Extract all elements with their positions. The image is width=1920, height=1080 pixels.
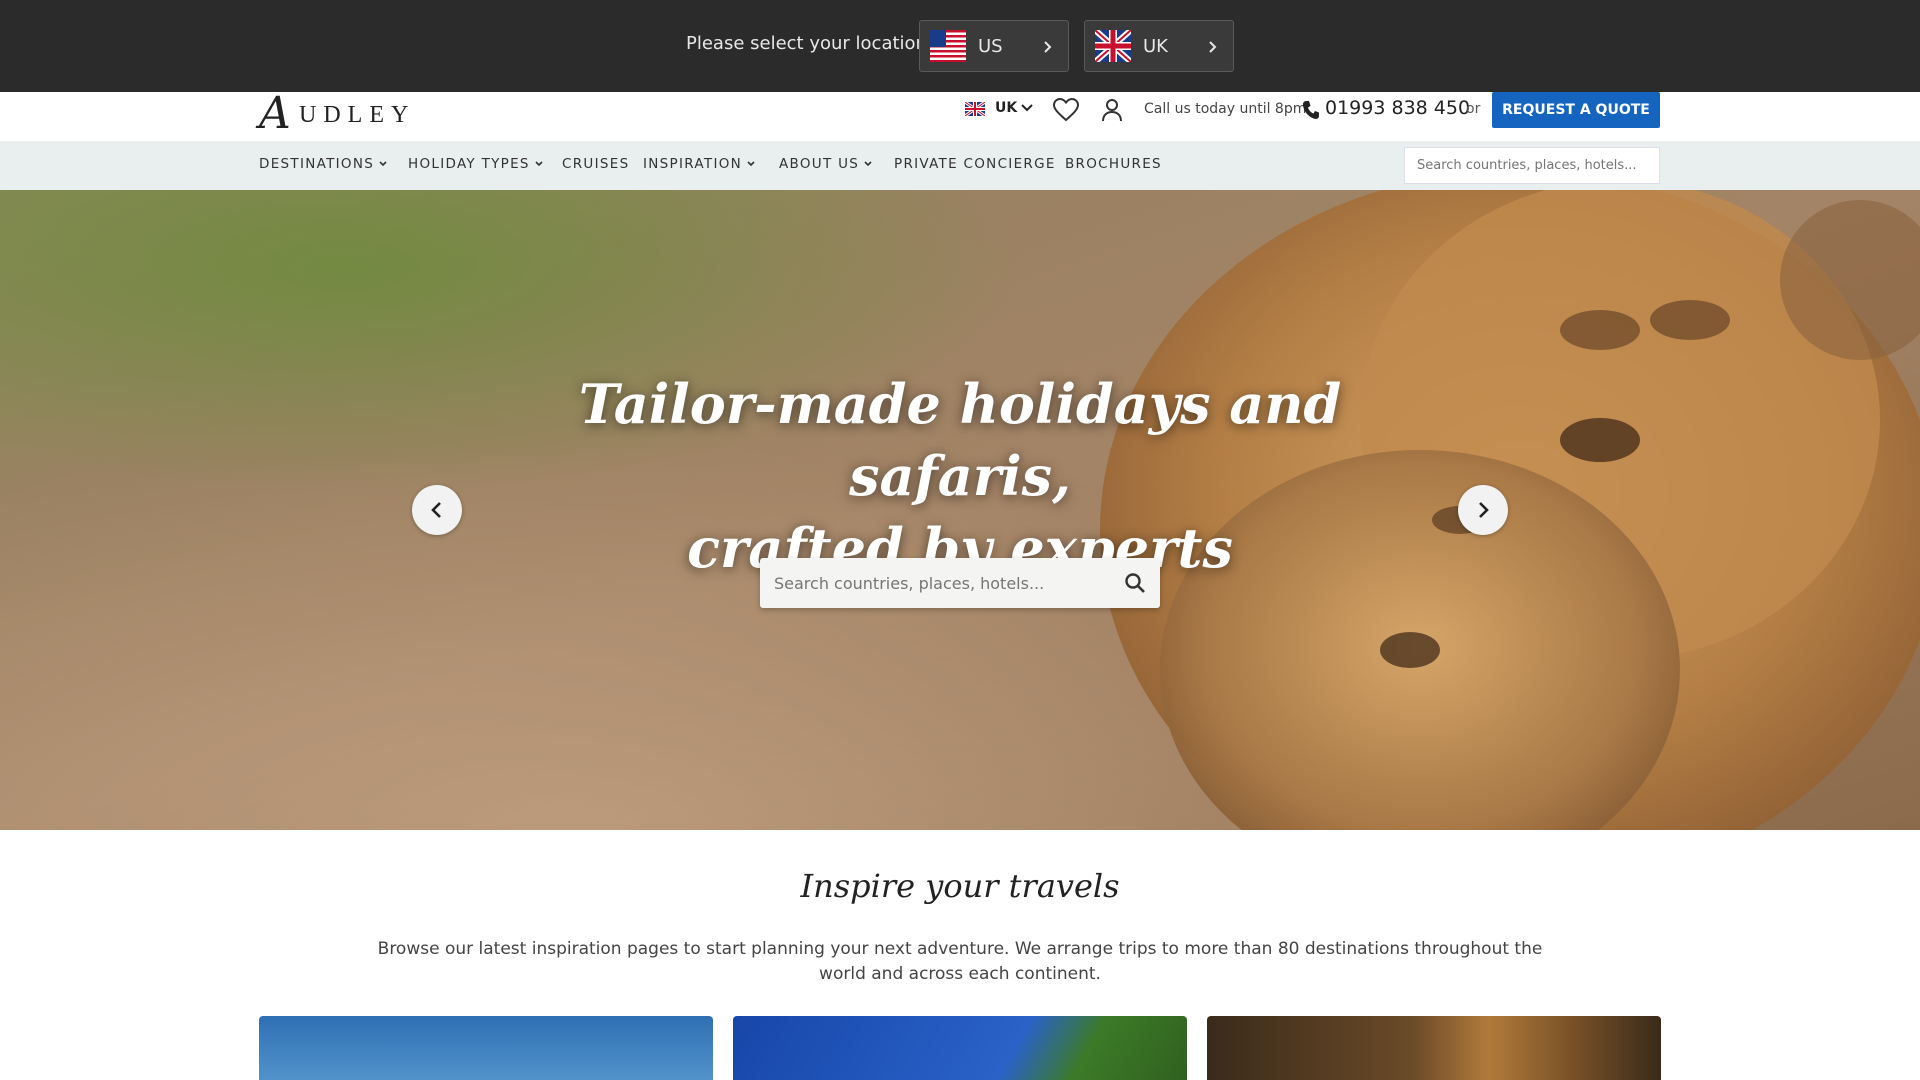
call-us-text: Call us today until 8pm [1144, 101, 1307, 117]
hero-title: Tailor-made holidays and safaris, crafte… [460, 368, 1460, 584]
search-icon[interactable] [1124, 572, 1146, 594]
chevron-left-icon [431, 502, 441, 518]
inspiration-card[interactable] [733, 1016, 1187, 1080]
location-uk-button[interactable]: UK [1084, 20, 1234, 72]
uk-flag-icon [1095, 30, 1131, 62]
chevron-down-icon [379, 161, 387, 167]
location-uk-label: UK [1143, 35, 1168, 57]
uk-flag-icon[interactable] [965, 102, 985, 116]
nav-item-label: HOLIDAY TYPES [408, 156, 530, 172]
phone-icon [1303, 101, 1319, 119]
inspire-section-title: Inspire your travels [800, 867, 1120, 905]
nav-item-private-concierge[interactable]: PRIVATE CONCIERGE [894, 156, 1056, 172]
site-header: A UDLEY UK Call us today until 8pm 01993… [0, 88, 1920, 140]
logo-initial: A [259, 88, 291, 139]
inspiration-card[interactable] [259, 1016, 713, 1080]
location-us-button[interactable]: US [919, 20, 1069, 72]
nav-item-label: ABOUT US [779, 156, 860, 172]
carousel-next-button[interactable] [1458, 485, 1508, 535]
nav-search-input[interactable] [1404, 147, 1660, 184]
request-quote-button[interactable]: REQUEST A QUOTE [1492, 92, 1660, 128]
or-text: or [1466, 101, 1481, 117]
location-us-label: US [978, 35, 1003, 57]
chevron-right-icon [1044, 41, 1052, 53]
chevron-right-icon [1479, 502, 1489, 518]
chevron-down-icon[interactable] [1020, 101, 1034, 115]
phone-number[interactable]: 01993 838 450 [1325, 97, 1470, 119]
chevron-down-icon [747, 161, 755, 167]
location-selector-bar: Please select your location: US UK [0, 0, 1920, 92]
chevron-down-icon [864, 161, 872, 167]
us-flag-icon [930, 30, 966, 62]
inspire-section-text: Browse our latest inspiration pages to s… [377, 939, 1543, 984]
nav-item-label: PRIVATE CONCIERGE [894, 156, 1056, 172]
nav-item-destinations[interactable]: DESTINATIONS [259, 156, 388, 172]
user-account-icon[interactable] [1100, 97, 1124, 123]
location-prompt: Please select your location: [686, 33, 934, 54]
country-selector[interactable]: UK [995, 100, 1017, 116]
hero-search-box [760, 558, 1160, 608]
chevron-right-icon [1209, 41, 1217, 53]
nav-item-cruises[interactable]: CRUISES [562, 156, 629, 172]
nav-item-label: INSPIRATION [643, 156, 743, 172]
favourites-heart-icon[interactable] [1052, 97, 1080, 123]
nav-item-holiday-types[interactable]: HOLIDAY TYPES [408, 156, 544, 172]
hero-search-input[interactable] [760, 558, 1100, 608]
hero-title-line-1: Tailor-made holidays and safaris, [578, 372, 1342, 508]
inspiration-card[interactable] [1207, 1016, 1661, 1080]
logo-wordmark: UDLEY [299, 102, 416, 128]
main-navigation: DESTINATIONS HOLIDAY TYPES CRUISES INSPI… [0, 141, 1920, 190]
hero-carousel: Tailor-made holidays and safaris, crafte… [0, 190, 1920, 830]
nav-item-about-us[interactable]: ABOUT US [779, 156, 873, 172]
nav-item-label: BROCHURES [1065, 156, 1162, 172]
chevron-down-icon [535, 161, 543, 167]
nav-item-label: DESTINATIONS [259, 156, 375, 172]
nav-item-inspiration[interactable]: INSPIRATION [643, 156, 756, 172]
nav-item-brochures[interactable]: BROCHURES [1065, 156, 1162, 172]
carousel-prev-button[interactable] [412, 485, 462, 535]
nav-item-label: CRUISES [562, 156, 630, 172]
